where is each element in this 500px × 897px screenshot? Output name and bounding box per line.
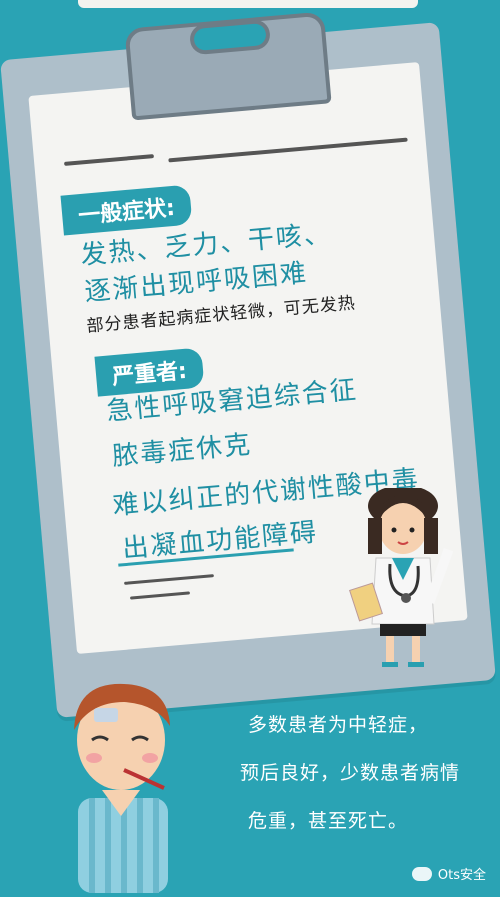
watermark-text: Ots安全 bbox=[437, 868, 486, 883]
doctor-illustration bbox=[348, 486, 468, 668]
footer-line: 危重，甚至死亡。 bbox=[248, 810, 409, 832]
footer-line: 多数患者为中轻症， bbox=[248, 714, 429, 736]
wechat-icon bbox=[411, 866, 432, 881]
footer-line: 预后良好，少数患者病情 bbox=[240, 762, 461, 784]
patient-illustration bbox=[46, 678, 196, 893]
watermark: Ots安全 bbox=[411, 864, 486, 883]
top-paper-strip bbox=[78, 0, 418, 8]
